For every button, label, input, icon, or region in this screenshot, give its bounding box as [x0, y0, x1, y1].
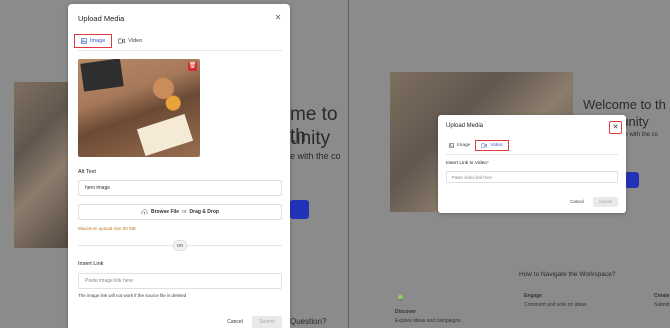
discover-text: Explore ideas and campaigns — [395, 318, 461, 324]
link-warning-text: The image link will not work if the sour… — [78, 293, 187, 298]
background-subtext: e with the co — [290, 151, 341, 161]
background-cta-button — [290, 200, 309, 219]
uploaded-image-preview: 🗑 — [78, 59, 200, 157]
tab-video[interactable]: Video — [475, 140, 509, 151]
close-icon[interactable]: ✕ — [273, 14, 283, 24]
video-link-label: Insert Link to Video* — [446, 161, 489, 166]
modal-title: Upload Media — [446, 123, 484, 129]
lightbulb-icon — [398, 294, 403, 301]
video-link-placeholder: Paste video link here — [452, 174, 492, 180]
preview-laptop-shape — [80, 59, 124, 92]
video-link-label-text: Insert Link to Video — [446, 161, 487, 166]
upload-cloud-icon — [141, 209, 148, 215]
submit-button[interactable]: Submit — [252, 316, 282, 328]
or-word: or — [182, 209, 187, 215]
max-upload-size-hint: Maximum upload size 50 MB — [78, 226, 136, 231]
upload-media-modal-image: Upload Media ✕ Image Video 🗑 Alt Text he… — [68, 4, 290, 328]
tab-video-label: Video — [128, 38, 143, 44]
tab-divider — [78, 50, 282, 51]
background-hero-image — [14, 82, 70, 248]
tab-image-label: Image — [457, 143, 471, 148]
modal-title: Upload Media — [78, 14, 125, 23]
browse-file-link[interactable]: Browse File — [151, 209, 179, 215]
required-mark: * — [486, 161, 489, 166]
insert-link-input[interactable]: Paste image link here — [78, 273, 282, 289]
engage-title: Engage — [524, 293, 543, 299]
video-link-input[interactable]: Paste video link here — [446, 171, 618, 183]
tab-image[interactable]: Image — [74, 34, 113, 48]
navigate-title: How to Navigate the Workspace? — [519, 271, 616, 278]
image-icon — [449, 143, 454, 148]
tab-video-label: Video — [490, 143, 503, 148]
alt-text-value: hero image — [85, 185, 111, 191]
background-bottom-heading: Question? — [290, 317, 327, 326]
alt-text-label: Alt Text — [78, 169, 96, 175]
background-subtext: ge with the co — [621, 132, 659, 138]
insert-link-label: Insert Link — [78, 261, 104, 267]
background-heading-line2: unity — [290, 128, 331, 149]
submit-button[interactable]: Submit — [593, 197, 618, 207]
or-divider-badge: OR — [173, 240, 187, 251]
cancel-button[interactable]: Cancel — [218, 316, 252, 328]
discover-title: Discover — [395, 309, 417, 315]
upload-media-modal-video: Upload Media ✕ Image Video Insert Link t… — [438, 115, 626, 213]
preview-notebook-shape — [136, 113, 194, 157]
browse-dropzone[interactable]: Browse File or Drag & Drop — [78, 204, 282, 220]
tab-divider — [446, 154, 618, 155]
alt-text-input[interactable]: hero image — [78, 180, 282, 196]
video-icon — [118, 38, 126, 44]
cancel-button[interactable]: Cancel — [563, 197, 591, 207]
create-title: Create — [654, 293, 670, 299]
tab-image[interactable]: Image — [444, 140, 475, 151]
create-text: Submit — [654, 302, 670, 308]
background-heading-line1: Welcome to th — [583, 97, 666, 112]
engage-text: Comment and vote on ideas — [524, 302, 587, 308]
close-icon[interactable]: ✕ — [609, 121, 622, 134]
delete-image-icon[interactable]: 🗑 — [188, 62, 197, 71]
insert-link-placeholder: Paste image link here — [85, 278, 134, 284]
video-icon — [481, 143, 488, 148]
right-screenshot-panel: Welcome to th Community ge with the co H… — [349, 0, 670, 328]
tab-image-label: Image — [90, 38, 106, 44]
drag-drop-label: Drag & Drop — [189, 209, 219, 215]
left-screenshot-panel: me to th unity e with the co Question? U… — [0, 0, 348, 328]
image-icon — [81, 38, 87, 44]
tab-video[interactable]: Video — [112, 34, 148, 48]
background-cta-button — [625, 172, 639, 188]
